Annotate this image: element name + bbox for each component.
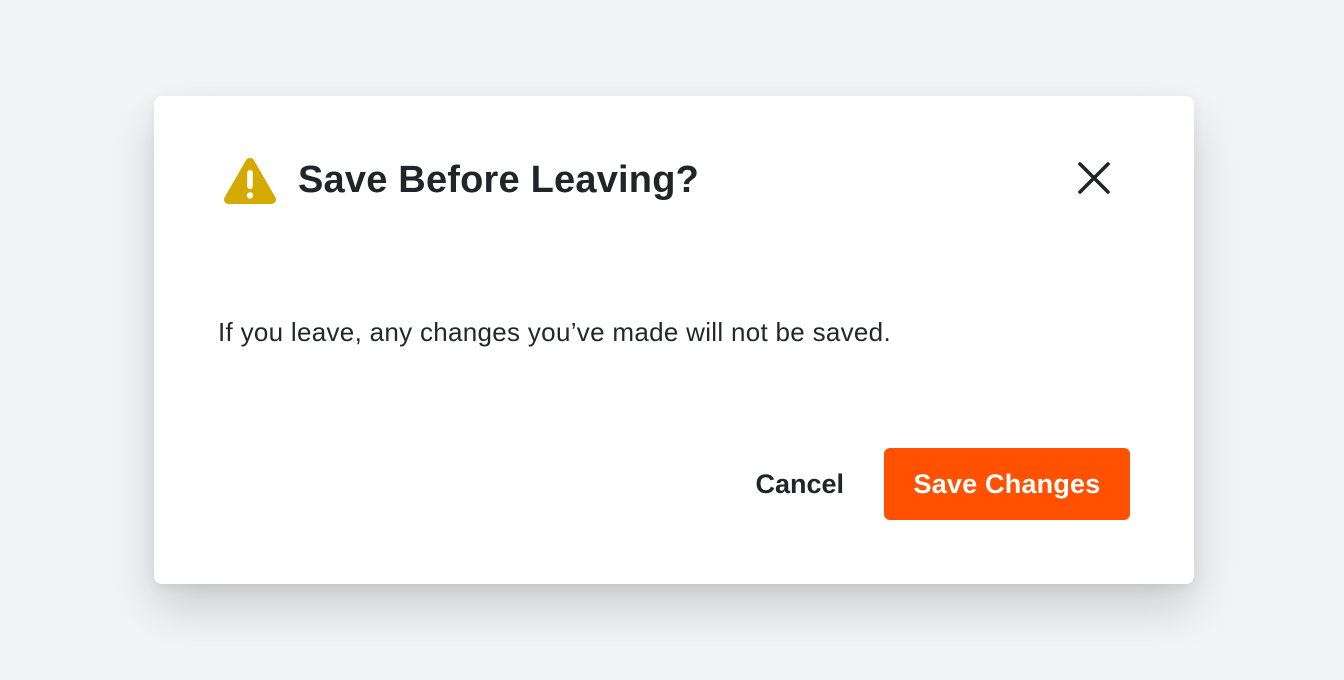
close-button[interactable] bbox=[1072, 158, 1116, 202]
dialog-title: Save Before Leaving? bbox=[298, 159, 700, 201]
cancel-button[interactable]: Cancel bbox=[735, 448, 864, 520]
close-icon bbox=[1077, 161, 1111, 200]
dialog-message: If you leave, any changes you’ve made wi… bbox=[218, 317, 891, 347]
dialog-header: Save Before Leaving? bbox=[222, 152, 1112, 208]
dialog-footer: Cancel Save Changes bbox=[735, 448, 1130, 520]
save-before-leaving-dialog: Save Before Leaving? If you leave, any c… bbox=[154, 96, 1194, 584]
save-changes-button[interactable]: Save Changes bbox=[884, 448, 1130, 520]
warning-triangle-icon bbox=[222, 154, 278, 206]
